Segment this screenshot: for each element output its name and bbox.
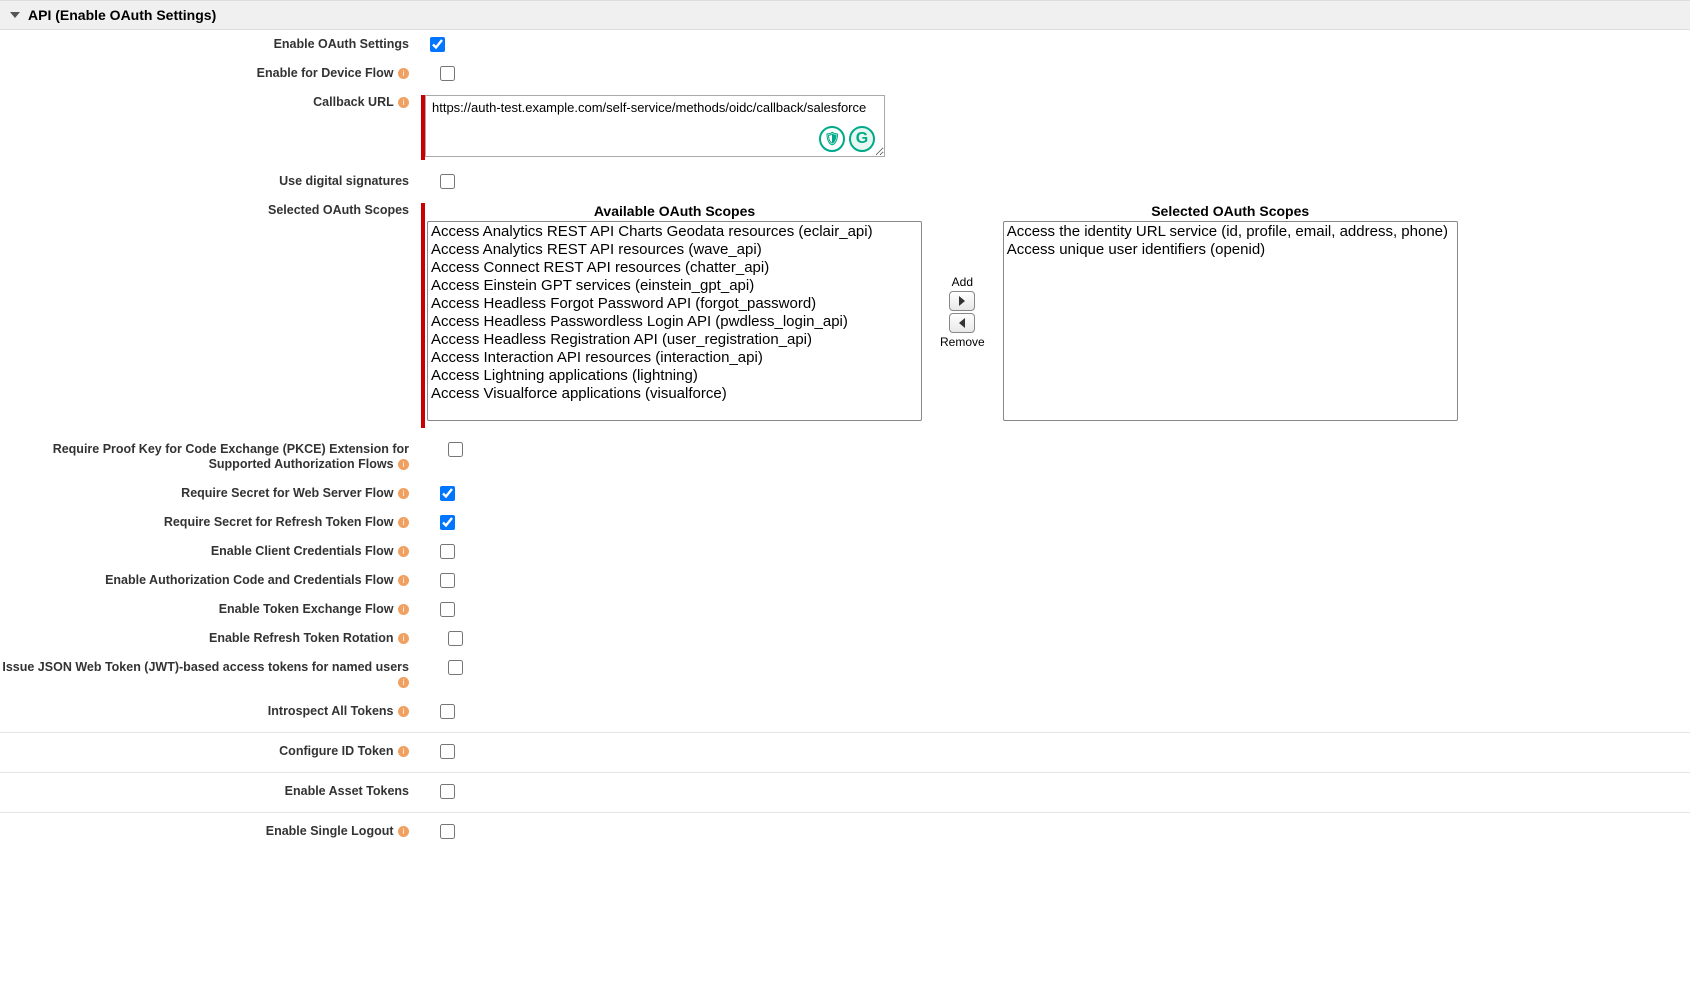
- selected-scopes-heading: Selected OAuth Scopes: [1151, 203, 1309, 219]
- row-digital-signatures: Use digital signatures: [0, 167, 1690, 196]
- scope-option[interactable]: Access Connect REST API resources (chatt…: [429, 259, 920, 277]
- checkbox-enable-device-flow[interactable]: [440, 66, 455, 81]
- row-oauth-scopes: Selected OAuth Scopes Available OAuth Sc…: [0, 196, 1690, 435]
- checkbox-secret-refresh[interactable]: [440, 515, 455, 530]
- checkbox-jwt-named-users[interactable]: [448, 660, 463, 675]
- scope-option[interactable]: Access Visualforce applications (visualf…: [429, 385, 920, 403]
- checkbox-introspect-tokens[interactable]: [440, 704, 455, 719]
- checkbox-enable-oauth[interactable]: [430, 37, 445, 52]
- scope-option[interactable]: Access Headless Registration API (user_r…: [429, 331, 920, 349]
- label-token-exchange: Enable Token Exchange Flow: [219, 602, 394, 616]
- help-icon[interactable]: i: [398, 604, 409, 615]
- row-enable-device-flow: Enable for Device Flow i: [0, 59, 1690, 88]
- help-icon[interactable]: i: [398, 459, 409, 470]
- selected-scopes-listbox[interactable]: Access the identity URL service (id, pro…: [1003, 221, 1458, 421]
- collapse-icon[interactable]: [10, 12, 20, 18]
- scope-option[interactable]: Access Analytics REST API resources (wav…: [429, 241, 920, 259]
- required-indicator: [421, 203, 425, 428]
- help-icon[interactable]: i: [398, 826, 409, 837]
- help-icon[interactable]: i: [398, 746, 409, 757]
- add-scope-button[interactable]: [949, 291, 975, 311]
- label-auth-code-credentials: Enable Authorization Code and Credential…: [105, 573, 393, 587]
- row-callback-url: Callback URL i 🛡 G: [0, 88, 1690, 167]
- label-configure-id-token: Configure ID Token: [279, 744, 393, 758]
- row-refresh-rotation: Enable Refresh Token Rotation i: [0, 624, 1690, 653]
- scope-option[interactable]: Access unique user identifiers (openid): [1005, 241, 1456, 259]
- checkbox-configure-id-token[interactable]: [440, 744, 455, 759]
- label-single-logout: Enable Single Logout: [266, 824, 394, 838]
- label-digital-signatures: Use digital signatures: [0, 171, 415, 192]
- label-secret-webserver: Require Secret for Web Server Flow: [181, 486, 393, 500]
- checkbox-refresh-rotation[interactable]: [448, 631, 463, 646]
- label-introspect-tokens: Introspect All Tokens: [268, 704, 394, 718]
- row-enable-oauth: Enable OAuth Settings: [0, 30, 1690, 59]
- label-enable-oauth: Enable OAuth Settings: [0, 34, 415, 55]
- label-pkce: Require Proof Key for Code Exchange (PKC…: [53, 442, 409, 471]
- remove-label: Remove: [940, 335, 985, 349]
- row-auth-code-credentials: Enable Authorization Code and Credential…: [0, 566, 1690, 595]
- row-asset-tokens: Enable Asset Tokens: [0, 773, 1690, 813]
- scopes-controls: Add Remove: [940, 275, 985, 349]
- help-icon[interactable]: i: [398, 546, 409, 557]
- scope-option[interactable]: Access Headless Forgot Password API (for…: [429, 295, 920, 313]
- label-client-credentials: Enable Client Credentials Flow: [211, 544, 394, 558]
- row-client-credentials: Enable Client Credentials Flow i: [0, 537, 1690, 566]
- remove-scope-button[interactable]: [949, 313, 975, 333]
- help-icon[interactable]: i: [398, 97, 409, 108]
- help-icon[interactable]: i: [398, 706, 409, 717]
- row-single-logout: Enable Single Logout i: [0, 813, 1690, 852]
- checkbox-client-credentials[interactable]: [440, 544, 455, 559]
- label-secret-refresh: Require Secret for Refresh Token Flow: [164, 515, 394, 529]
- checkbox-pkce[interactable]: [448, 442, 463, 457]
- checkbox-asset-tokens[interactable]: [440, 784, 455, 799]
- available-scopes-heading: Available OAuth Scopes: [594, 203, 755, 219]
- help-icon[interactable]: i: [398, 633, 409, 644]
- label-callback-url: Callback URL: [313, 95, 393, 109]
- row-configure-id-token: Configure ID Token i: [0, 733, 1690, 773]
- scope-option[interactable]: Access Interaction API resources (intera…: [429, 349, 920, 367]
- label-refresh-rotation: Enable Refresh Token Rotation: [209, 631, 394, 645]
- callback-url-input[interactable]: [425, 95, 885, 157]
- available-scopes-listbox[interactable]: Access Analytics REST API Charts Geodata…: [427, 221, 922, 421]
- grammarly-shield-icon[interactable]: 🛡: [819, 126, 845, 152]
- label-enable-device-flow: Enable for Device Flow: [257, 66, 394, 80]
- help-icon[interactable]: i: [398, 575, 409, 586]
- checkbox-token-exchange[interactable]: [440, 602, 455, 617]
- scope-option[interactable]: Access Einstein GPT services (einstein_g…: [429, 277, 920, 295]
- row-secret-webserver: Require Secret for Web Server Flow i: [0, 479, 1690, 508]
- help-icon[interactable]: i: [398, 517, 409, 528]
- label-oauth-scopes: Selected OAuth Scopes: [0, 200, 415, 221]
- label-jwt-named-users: Issue JSON Web Token (JWT)-based access …: [2, 660, 409, 674]
- label-asset-tokens: Enable Asset Tokens: [0, 781, 415, 802]
- help-icon[interactable]: i: [398, 68, 409, 79]
- row-pkce: Require Proof Key for Code Exchange (PKC…: [0, 435, 1690, 479]
- add-label: Add: [952, 275, 973, 289]
- scope-option[interactable]: Access Lightning applications (lightning…: [429, 367, 920, 385]
- checkbox-single-logout[interactable]: [440, 824, 455, 839]
- row-token-exchange: Enable Token Exchange Flow i: [0, 595, 1690, 624]
- checkbox-auth-code-credentials[interactable]: [440, 573, 455, 588]
- scope-option[interactable]: Access Headless Passwordless Login API (…: [429, 313, 920, 331]
- scope-option[interactable]: Access the identity URL service (id, pro…: [1005, 223, 1456, 241]
- checkbox-digital-signatures[interactable]: [440, 174, 455, 189]
- row-introspect-tokens: Introspect All Tokens i: [0, 697, 1690, 733]
- section-title: API (Enable OAuth Settings): [28, 7, 216, 23]
- help-icon[interactable]: i: [398, 677, 409, 688]
- help-icon[interactable]: i: [398, 488, 409, 499]
- grammarly-icon[interactable]: G: [849, 126, 875, 152]
- row-secret-refresh: Require Secret for Refresh Token Flow i: [0, 508, 1690, 537]
- section-header: API (Enable OAuth Settings): [0, 0, 1690, 30]
- row-jwt-named-users: Issue JSON Web Token (JWT)-based access …: [0, 653, 1690, 697]
- scope-option[interactable]: Access Analytics REST API Charts Geodata…: [429, 223, 920, 241]
- checkbox-secret-webserver[interactable]: [440, 486, 455, 501]
